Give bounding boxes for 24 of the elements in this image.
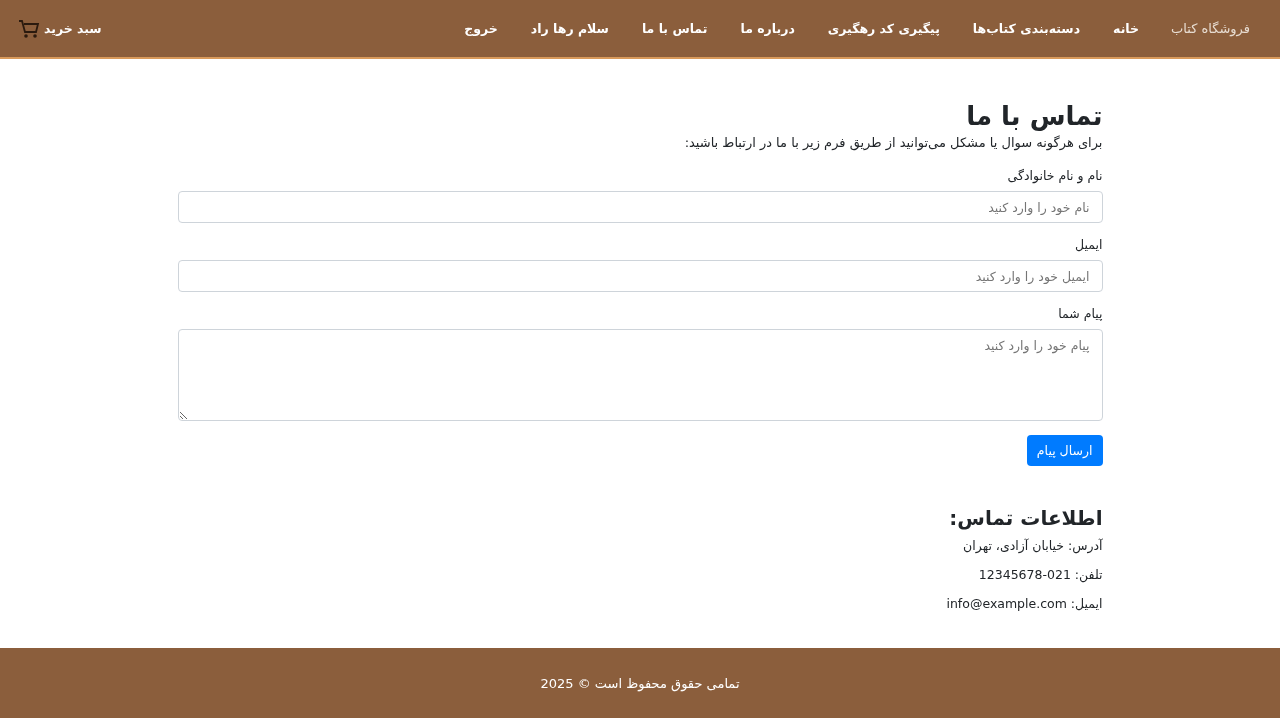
- message-field[interactable]: پیام خود را وارد کنید: [177, 329, 1103, 421]
- cart-link[interactable]: سبد خرید: [18, 18, 102, 39]
- input-field[interactable]: نام خود را وارد کنید: [177, 191, 1103, 223]
- nav-link[interactable]: پیگیری کد رهگیری: [827, 21, 940, 36]
- nav-link[interactable]: درباره ما: [740, 21, 795, 36]
- cart-icon: [18, 18, 40, 39]
- nav-link[interactable]: خروج: [464, 21, 498, 36]
- field-label: پیام شما: [1057, 306, 1103, 321]
- page-title: تماس با ما: [965, 101, 1103, 131]
- contact-info-text: آدرس: خیابان آزادی، تهران: [962, 538, 1103, 553]
- input-field[interactable]: ایمیل خود را وارد کنید: [177, 260, 1103, 292]
- nav-link[interactable]: تماس با ما: [641, 21, 708, 36]
- contact-info-text: تلفن: 021-12345678: [977, 567, 1103, 582]
- submit-button[interactable]: ارسال پیام: [1026, 435, 1103, 466]
- nav-link[interactable]: خانه: [1113, 21, 1140, 36]
- field-label: ایمیل: [1074, 237, 1103, 252]
- copyright-text: تمامی حقوق محفوظ است © 2025: [540, 675, 740, 691]
- contact-title: اطلاعات تماس:: [948, 506, 1103, 530]
- intro-text: برای هرگونه سوال یا مشکل می‌توانید از طریق فرم زیر با ما در ارتباط باشید:: [683, 135, 1103, 150]
- contact-info-text: ایمیل: info@example.com: [945, 596, 1103, 611]
- field-label: نام و نام خانوادگی: [1006, 168, 1103, 183]
- nav-link[interactable]: سلام رها راد: [530, 21, 609, 36]
- brand-link[interactable]: فروشگاه کتاب: [1171, 21, 1250, 36]
- nav-link[interactable]: دسته‌بندی کتاب‌ها: [972, 21, 1081, 36]
